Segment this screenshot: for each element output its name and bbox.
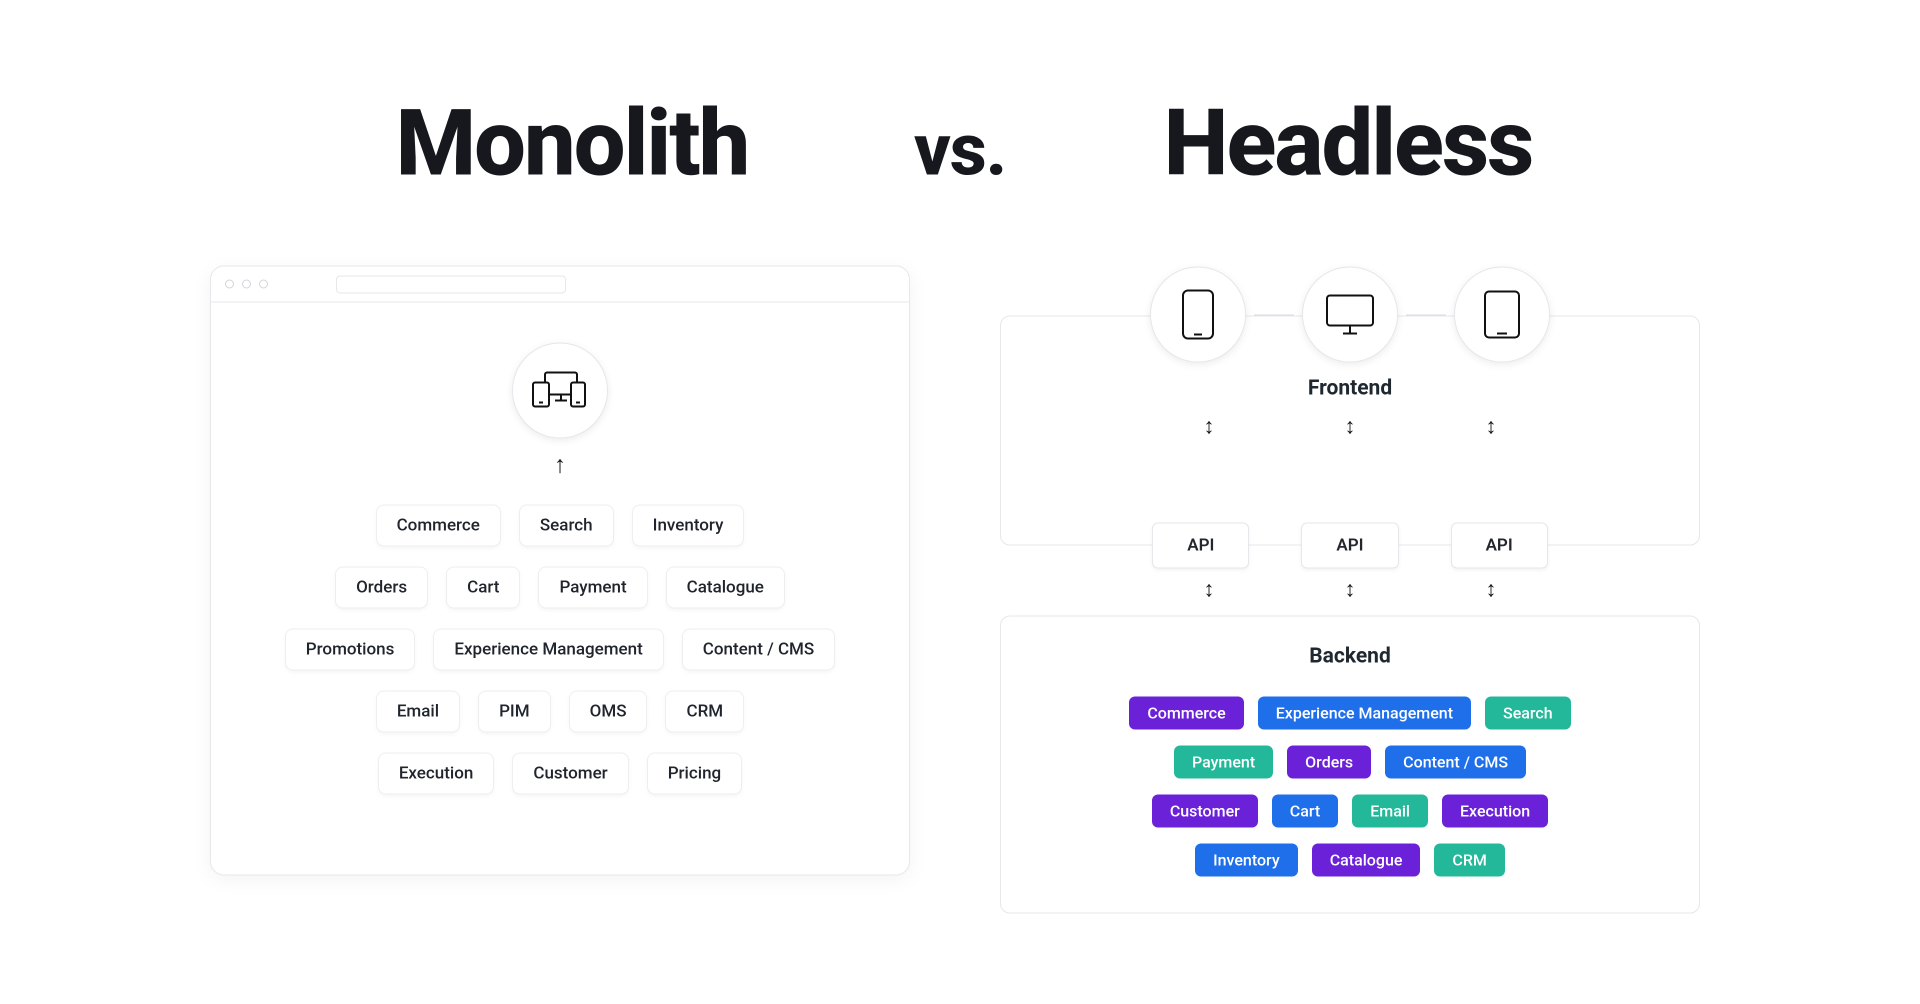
browser-chrome: [211, 267, 909, 303]
api-box: API: [1152, 523, 1249, 569]
device-circles-row: [1001, 267, 1699, 363]
traffic-light-icon: [225, 280, 234, 289]
heading-monolith: Monolith: [230, 91, 914, 198]
frontend-label: Frontend: [1021, 377, 1679, 401]
frontend-box: Frontend ↕ ↕ ↕ APIAPIAPI: [1000, 316, 1700, 546]
heading-headless: Headless: [1006, 91, 1690, 198]
heading-row: Monolith vs. Headless: [210, 91, 1710, 198]
monolith-tag: Content / CMS: [682, 629, 835, 671]
backend-tag: Cart: [1272, 795, 1338, 828]
columns: ↑ Commerce Search Inventory Orders Cart Payme…: [210, 266, 1710, 914]
bidirectional-arrow-icon: ↕: [1486, 580, 1497, 602]
backend-tag: Orders: [1287, 746, 1371, 779]
monolith-tag: Promotions: [285, 629, 416, 671]
backend-tag-row: Commerce Experience Management Search: [1129, 697, 1570, 730]
monolith-tag: OMS: [569, 691, 648, 733]
backend-tag-rows: Commerce Experience Management Search Payme…: [1029, 697, 1671, 877]
arrow-up-icon: ↑: [554, 453, 566, 477]
phone-icon: [1150, 267, 1246, 363]
browser-body: ↑ Commerce Search Inventory Orders Cart Payme…: [211, 303, 909, 875]
traffic-light-icon: [242, 280, 251, 289]
monolith-tag-row: Promotions Experience Management Content /…: [285, 629, 835, 671]
monolith-devices-icon: [512, 343, 608, 439]
monolith-tag: Email: [376, 691, 460, 733]
backend-tag: Payment: [1174, 746, 1273, 779]
backend-tag: CRM: [1434, 844, 1505, 877]
headless-column: Frontend ↕ ↕ ↕ APIAPIAPI ↕ ↕ ↕: [1000, 266, 1710, 914]
diagram-stage: Monolith vs. Headless: [210, 91, 1710, 914]
connector-line: [1406, 314, 1446, 315]
headless-stack: Frontend ↕ ↕ ↕ APIAPIAPI ↕ ↕ ↕: [1000, 266, 1700, 914]
backend-tag: Catalogue: [1312, 844, 1421, 877]
monolith-tag: Execution: [378, 753, 495, 795]
mid-arrow-row: ↕ ↕ ↕: [1204, 580, 1497, 602]
address-bar: [336, 275, 566, 293]
monolith-tag-row: Email PIM OMS CRM: [376, 691, 744, 733]
browser-window: ↑ Commerce Search Inventory Orders Cart Payme…: [210, 266, 910, 876]
monolith-tag: Experience Management: [433, 629, 663, 671]
backend-tag: Email: [1352, 795, 1428, 828]
backend-tag: Experience Management: [1258, 697, 1471, 730]
monolith-tag-row: Commerce Search Inventory: [376, 505, 745, 547]
backend-tag: Customer: [1152, 795, 1258, 828]
monolith-tag: Inventory: [632, 505, 745, 547]
monolith-tag: Orders: [335, 567, 428, 609]
backend-box: Backend Commerce Experience Management Sea…: [1000, 616, 1700, 914]
monolith-tag: Customer: [512, 753, 628, 795]
backend-tag: Search: [1485, 697, 1571, 730]
traffic-light-icon: [259, 280, 268, 289]
tablet-icon: [1454, 267, 1550, 363]
backend-tag-row: Payment Orders Content / CMS: [1174, 746, 1526, 779]
backend-tag: Inventory: [1195, 844, 1298, 877]
bidirectional-arrow-icon: ↕: [1204, 580, 1215, 602]
api-box: API: [1451, 523, 1548, 569]
api-row: API API API: [1001, 523, 1699, 569]
monolith-tag: Payment: [538, 567, 647, 609]
backend-tag: Commerce: [1129, 697, 1243, 730]
monolith-column: ↑ Commerce Search Inventory Orders Cart Payme…: [210, 266, 920, 876]
bidirectional-arrow-icon: ↕: [1345, 580, 1356, 602]
monolith-tag-row: Execution Customer Pricing: [378, 753, 742, 795]
backend-tag: Content / CMS: [1385, 746, 1526, 779]
monolith-tag: CRM: [665, 691, 744, 733]
monolith-tag: Search: [519, 505, 614, 547]
bidirectional-arrow-icon: ↕: [1345, 417, 1356, 439]
monolith-tag: Cart: [446, 567, 520, 609]
backend-tag-row: Inventory Catalogue CRM: [1195, 844, 1505, 877]
api-box: API: [1301, 523, 1398, 569]
monolith-tag: Pricing: [647, 753, 743, 795]
backend-tag-row: Customer Cart Email Execution: [1152, 795, 1548, 828]
backend-label: Backend: [1029, 645, 1671, 669]
desktop-icon: [1302, 267, 1398, 363]
heading-vs: vs.: [914, 108, 1006, 193]
frontend-arrow-row: ↕ ↕ ↕: [1021, 417, 1679, 439]
monolith-tag: PIM: [478, 691, 551, 733]
connector-line: [1254, 314, 1294, 315]
monolith-tag-row: Orders Cart Payment Catalogue: [335, 567, 785, 609]
backend-tag: Execution: [1442, 795, 1548, 828]
bidirectional-arrow-icon: ↕: [1204, 417, 1215, 439]
bidirectional-arrow-icon: ↕: [1486, 417, 1497, 439]
monolith-tag: Commerce: [376, 505, 501, 547]
monolith-tag-rows: Commerce Search Inventory Orders Cart Payment…: [285, 505, 835, 795]
monolith-tag: Catalogue: [666, 567, 785, 609]
